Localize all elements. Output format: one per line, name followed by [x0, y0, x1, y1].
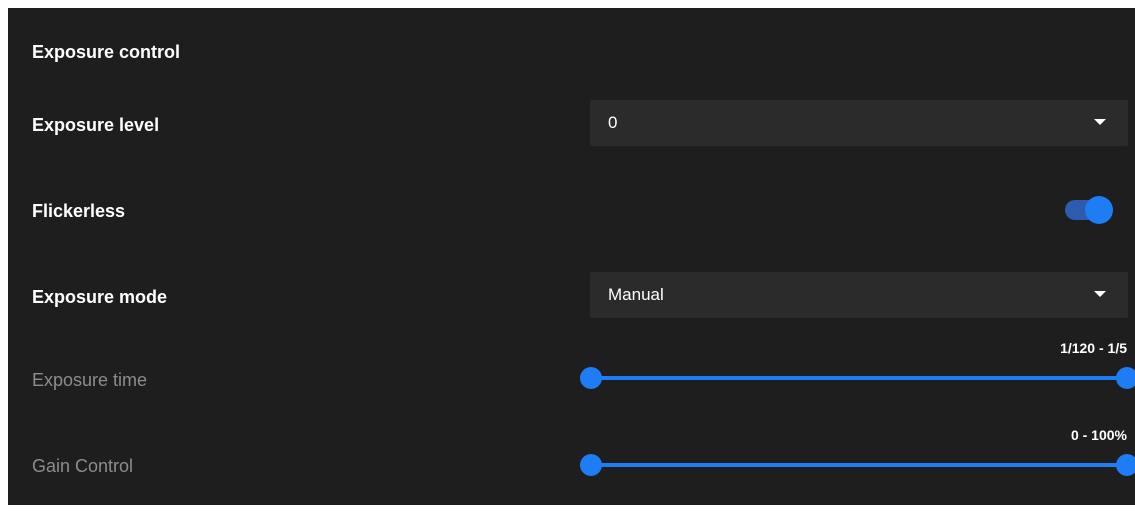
flickerless-toggle[interactable] [1065, 196, 1113, 224]
flickerless-label: Flickerless [32, 201, 126, 221]
gain-control-range-value: 0 - 100% [1070, 427, 1127, 443]
slider-max-handle[interactable] [1116, 367, 1135, 389]
slider-min-handle[interactable] [580, 454, 602, 476]
exposure-mode-value: Manual [608, 285, 664, 304]
exposure-time-label: Exposure time [32, 370, 148, 390]
toggle-thumb [1085, 196, 1113, 224]
exposure-mode-label: Exposure mode [32, 287, 168, 307]
exposure-level-dropdown[interactable]: 0 [590, 100, 1128, 146]
caret-down-icon [1094, 291, 1106, 297]
exposure-time-range-value: 1/120 - 1/5 [1060, 340, 1127, 356]
exposure-time-slider[interactable] [580, 367, 1135, 389]
gain-control-label: Gain Control [32, 456, 134, 476]
gain-control-slider[interactable] [580, 454, 1135, 476]
slider-min-handle[interactable] [580, 367, 602, 389]
section-title: Exposure control [32, 42, 181, 62]
slider-rail [590, 463, 1128, 467]
exposure-control-panel: Exposure control Exposure level 0 Flicke… [8, 8, 1135, 505]
caret-down-icon [1094, 119, 1106, 125]
exposure-level-label: Exposure level [32, 115, 160, 135]
exposure-level-value: 0 [608, 113, 618, 132]
slider-rail [590, 376, 1128, 380]
slider-max-handle[interactable] [1116, 454, 1135, 476]
exposure-mode-dropdown[interactable]: Manual [590, 272, 1128, 318]
